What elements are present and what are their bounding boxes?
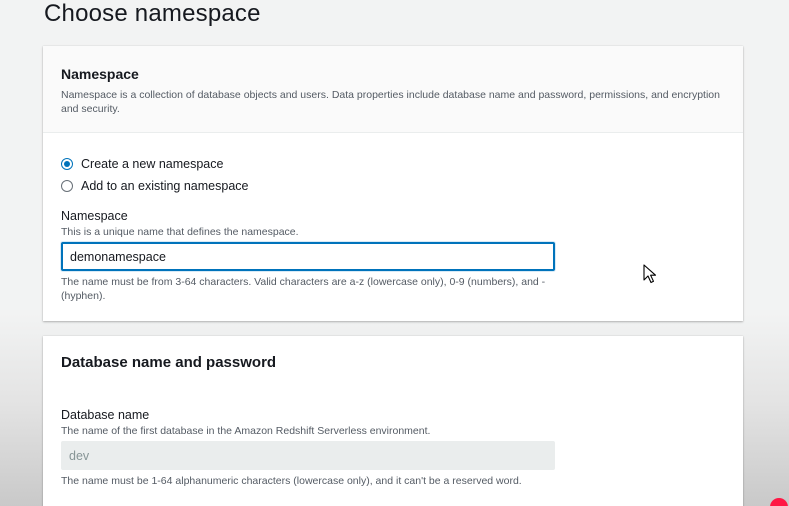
radio-selected-icon[interactable] <box>61 158 73 170</box>
database-name-constraint-text: The name must be 1-64 alphanumeric chara… <box>61 475 522 487</box>
namespace-panel-body: Create a new namespace Add to an existin… <box>43 133 743 303</box>
radio-add-existing-namespace[interactable]: Add to an existing namespace <box>61 175 725 197</box>
mouse-pointer-icon <box>643 264 657 284</box>
namespace-panel-header: Namespace Namespace is a collection of d… <box>43 46 743 133</box>
database-panel-title: Database name and password <box>61 354 277 371</box>
page-title: Choose namespace <box>44 0 261 27</box>
namespace-field-label: Namespace <box>61 209 128 223</box>
namespace-panel-description: Namespace is a collection of database ob… <box>61 89 720 115</box>
namespace-panel-title: Namespace <box>61 66 139 82</box>
namespace-panel: Namespace Namespace is a collection of d… <box>43 46 743 321</box>
radio-add-existing-namespace-label[interactable]: Add to an existing namespace <box>81 179 248 193</box>
database-name-description: The name of the first database in the Am… <box>61 425 431 437</box>
radio-create-new-namespace-label[interactable]: Create a new namespace <box>81 157 223 171</box>
namespace-constraint-text: The name must be from 3-64 characters. V… <box>61 276 546 302</box>
namespace-field-description: This is a unique name that defines the n… <box>61 226 299 238</box>
database-panel: Database name and password Database name… <box>43 336 743 506</box>
database-name-input <box>61 441 555 470</box>
database-panel-body: Database name The name of the first data… <box>61 408 561 488</box>
namespace-input[interactable] <box>61 242 555 271</box>
radio-unselected-icon[interactable] <box>61 180 73 192</box>
radio-create-new-namespace[interactable]: Create a new namespace <box>61 153 725 175</box>
database-name-label: Database name <box>61 408 150 422</box>
recording-indicator-icon <box>770 498 788 506</box>
